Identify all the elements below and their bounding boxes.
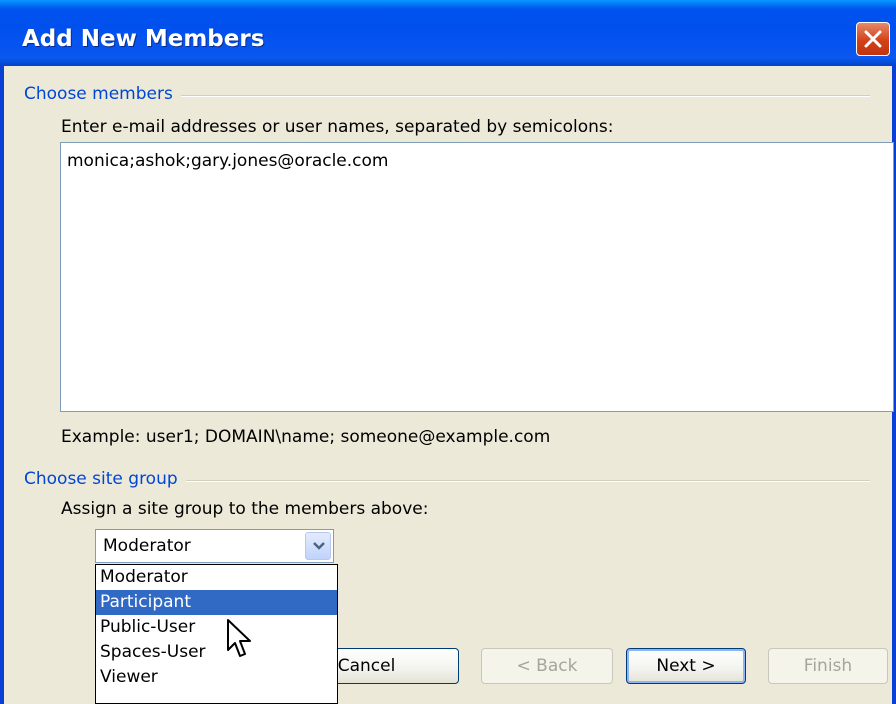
- title-bar[interactable]: Add New Members: [0, 0, 896, 66]
- dropdown-option-viewer[interactable]: Viewer: [96, 665, 337, 690]
- back-button[interactable]: < Back: [481, 648, 613, 684]
- close-button[interactable]: [856, 22, 890, 56]
- members-example: Example: user1; DOMAIN\name; someone@exa…: [61, 427, 551, 447]
- dropdown-option-public-user[interactable]: Public-User: [96, 615, 337, 640]
- mouse-pointer-icon: [227, 619, 251, 657]
- next-button[interactable]: Next >: [626, 648, 746, 684]
- dropdown-option-moderator[interactable]: Moderator: [96, 565, 337, 590]
- site-group-selected-value: Moderator: [103, 536, 191, 556]
- dropdown-option-participant[interactable]: Participant: [96, 590, 337, 615]
- window-title: Add New Members: [22, 26, 265, 52]
- dropdown-option-spaces-user[interactable]: Spaces-User: [96, 640, 337, 665]
- members-instruction: Enter e-mail addresses or user names, se…: [61, 117, 614, 137]
- site-group-instruction: Assign a site group to the members above…: [61, 499, 429, 519]
- dialog-window: Add New Members Choose members Enter e-m…: [0, 0, 896, 704]
- members-input[interactable]: monica;ashok;gary.jones@oracle.com: [60, 142, 894, 412]
- site-group-dropdown-list: Moderator Participant Public-User Spaces…: [95, 564, 338, 704]
- choose-members-heading: Choose members: [24, 84, 181, 104]
- finish-button[interactable]: Finish: [768, 648, 888, 684]
- chevron-down-icon: [313, 542, 325, 550]
- close-icon: [864, 30, 882, 48]
- dialog-body: Choose members Enter e-mail addresses or…: [4, 66, 894, 704]
- choose-site-group-heading: Choose site group: [24, 469, 186, 489]
- dropdown-arrow-button[interactable]: [305, 532, 331, 560]
- site-group-select[interactable]: Moderator: [95, 529, 334, 563]
